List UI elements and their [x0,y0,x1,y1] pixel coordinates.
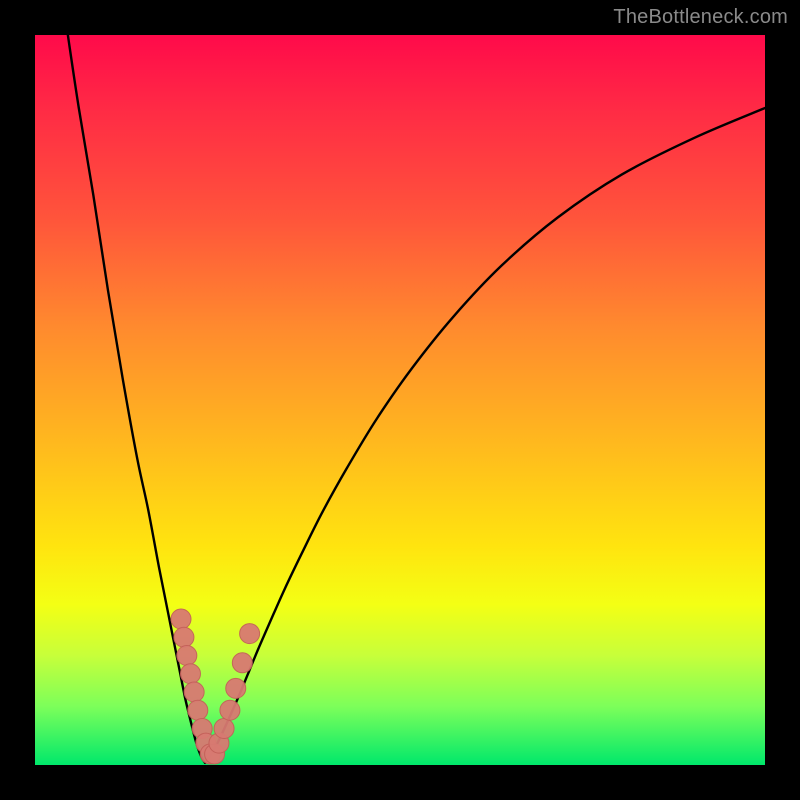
marker-point [171,609,191,629]
marker-point [174,627,194,647]
chart-frame: TheBottleneck.com [0,0,800,800]
plot-area [35,35,765,765]
marker-point [188,700,208,720]
marker-point [240,624,260,644]
marker-point [226,678,246,698]
marker-point [232,653,252,673]
watermark-text: TheBottleneck.com [613,6,788,29]
marker-group [171,609,260,764]
marker-point [214,719,234,739]
curve-right-branch [205,108,765,763]
marker-point [220,700,240,720]
curve-layer [35,35,765,765]
marker-point [180,664,200,684]
marker-point [177,646,197,666]
marker-point [184,682,204,702]
